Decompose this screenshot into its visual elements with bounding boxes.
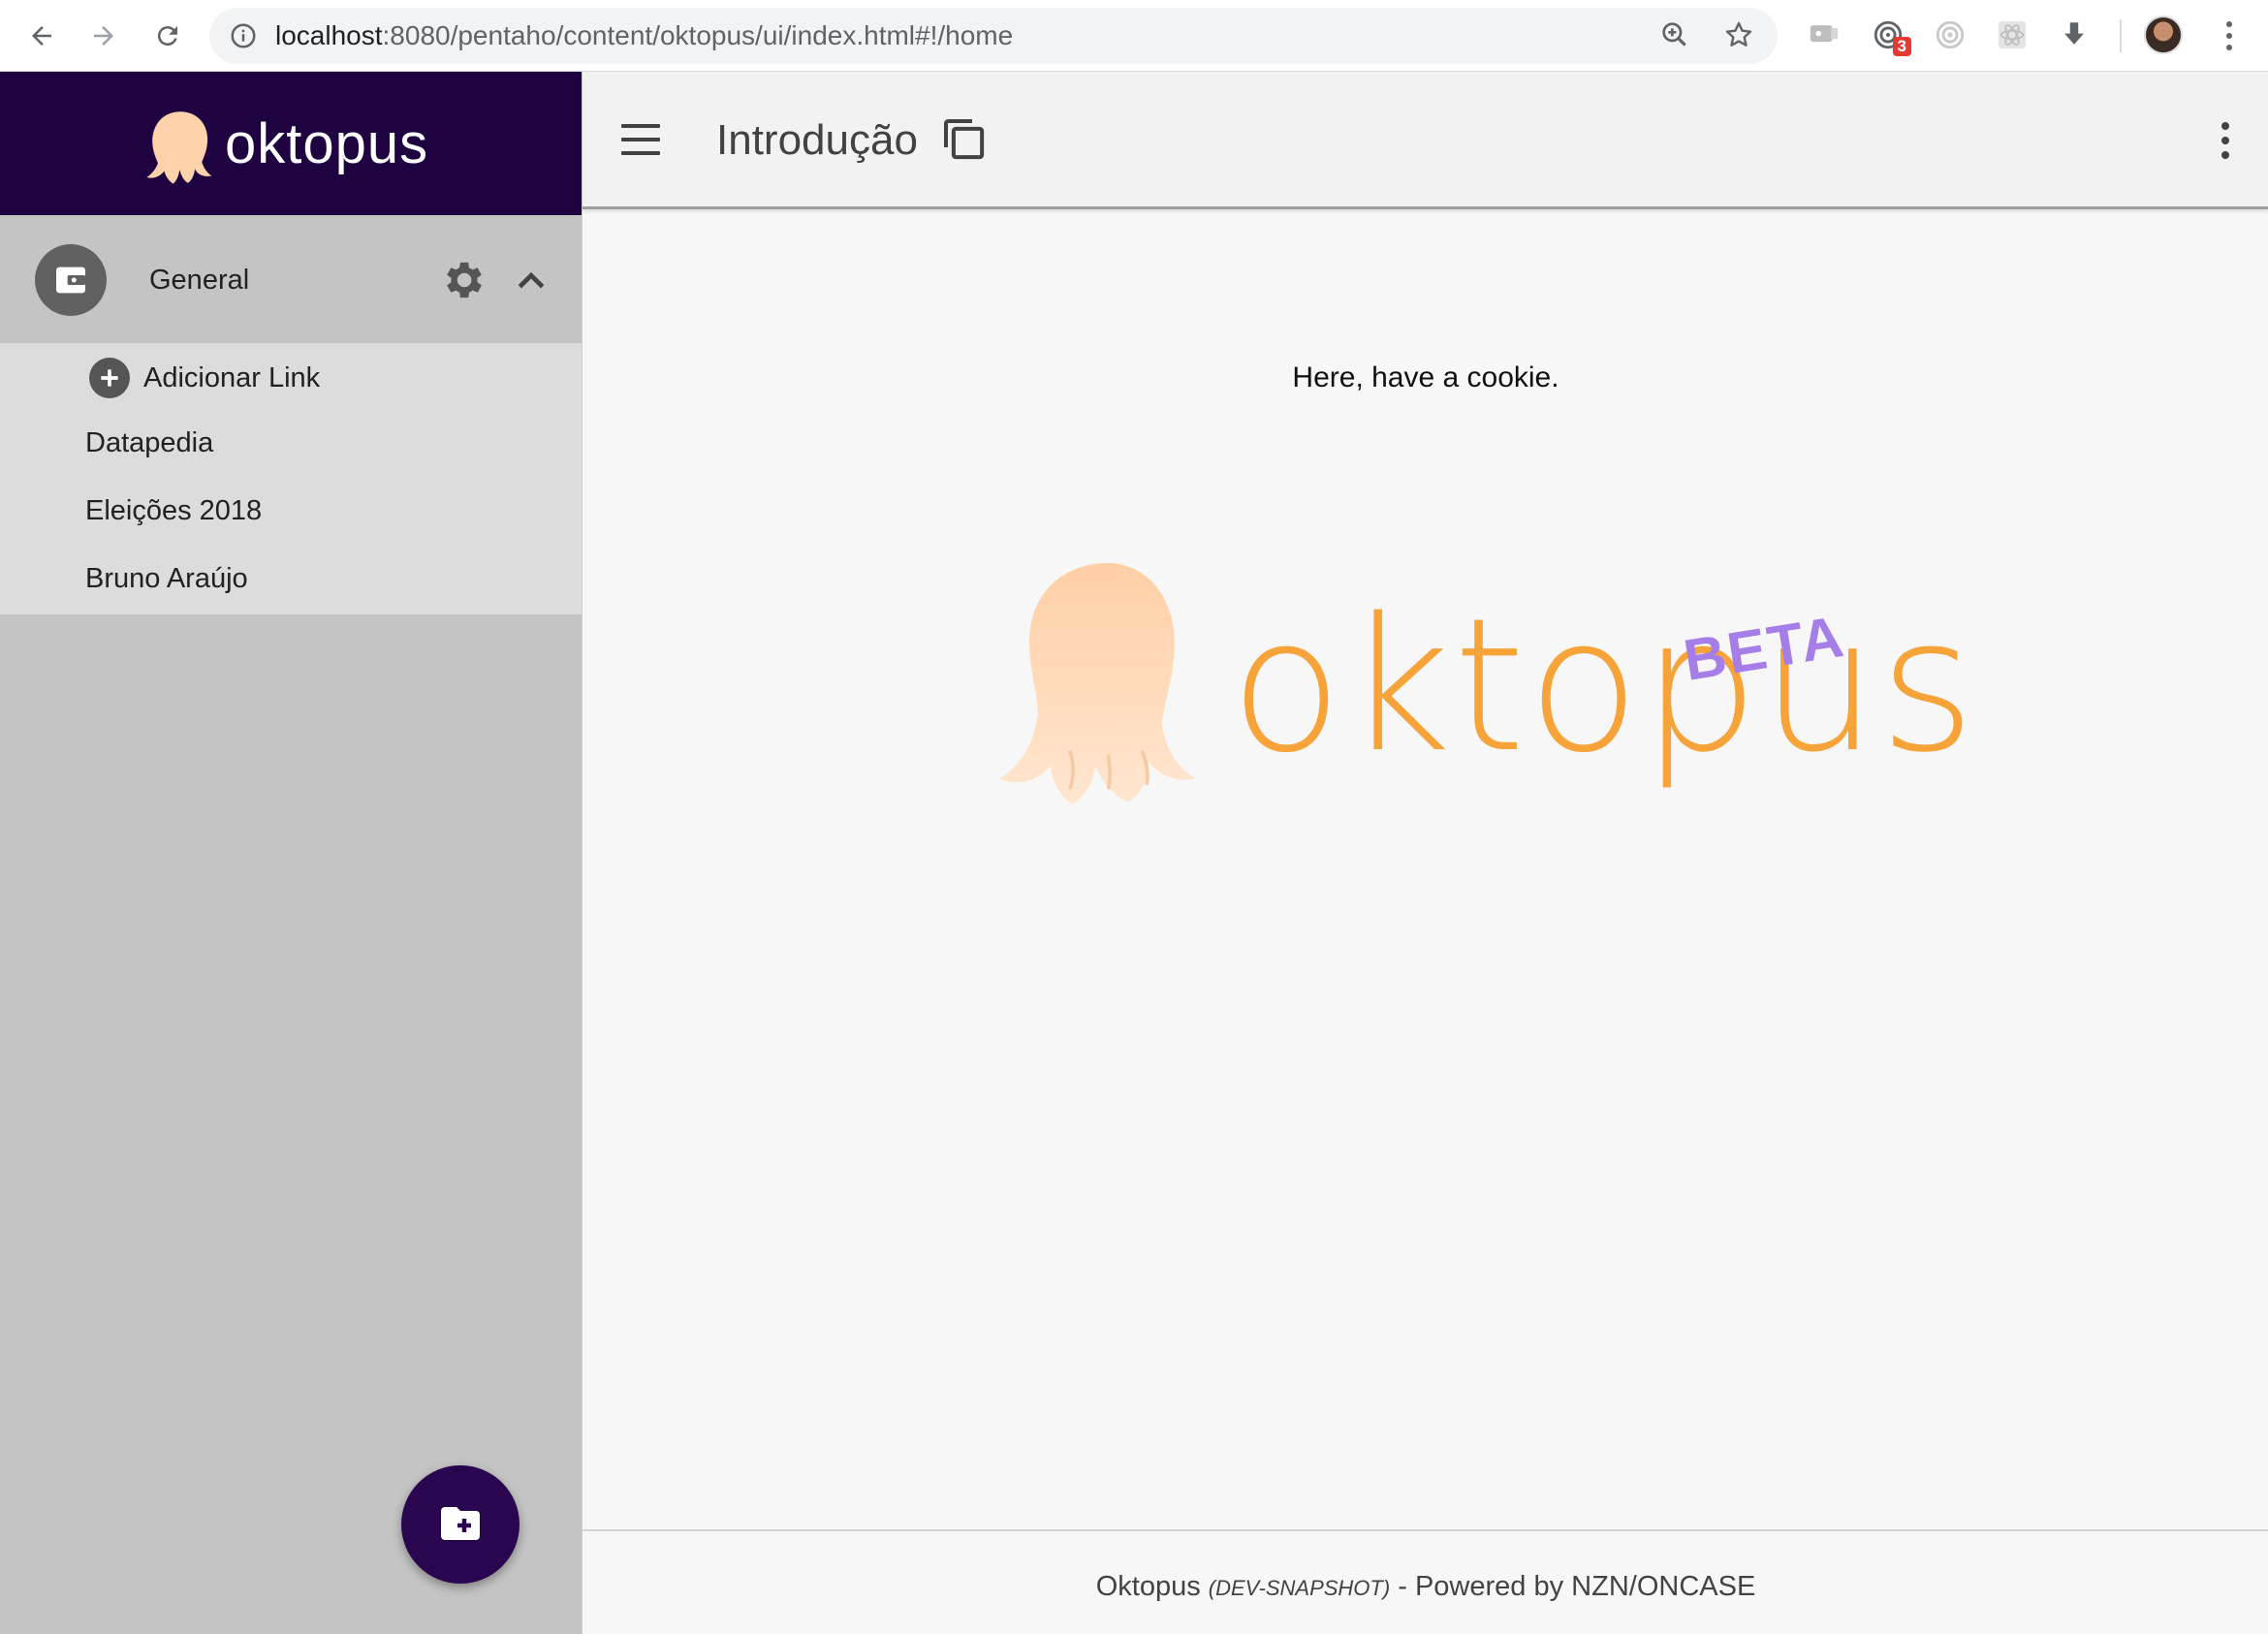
- new-folder-button[interactable]: [401, 1465, 520, 1584]
- plus-circle-icon: [89, 358, 130, 398]
- add-link-button[interactable]: Adicionar Link: [89, 357, 320, 399]
- info-icon[interactable]: [229, 21, 258, 55]
- octopus-mascot-icon: [999, 563, 1196, 804]
- back-button[interactable]: [19, 14, 64, 58]
- footer-version: (DEV-SNAPSHOT): [1208, 1576, 1391, 1600]
- hero-name: oktopus: [1230, 579, 1978, 793]
- extension-spiral-icon[interactable]: 3: [1869, 16, 1911, 56]
- chevron-up-icon[interactable]: [512, 262, 551, 305]
- sidebar-link-datapedia[interactable]: Datapedia: [85, 426, 213, 459]
- brand-name: oktopus: [225, 112, 429, 175]
- browser-menu-button[interactable]: [2210, 16, 2249, 56]
- extension-cast-icon[interactable]: [1805, 16, 1843, 54]
- app-toolbar: Introdução: [583, 72, 2268, 209]
- browser-toolbar: localhost:8080/pentaho/content/oktopus/u…: [0, 0, 2268, 72]
- extension-target-icon[interactable]: [1931, 16, 1969, 54]
- main-content: Introdução Here, have a cookie. oktopus …: [582, 72, 2268, 1634]
- extension-badge: 3: [1892, 37, 1911, 56]
- group-header[interactable]: General: [0, 215, 582, 343]
- url-text[interactable]: localhost:8080/pentaho/content/oktopus/u…: [275, 21, 1013, 50]
- toolbar-divider: [2120, 19, 2122, 52]
- footer-powered-by: - Powered by NZN/ONCASE: [1398, 1571, 1756, 1602]
- sidebar: oktopus General Adicionar Link Datapedia…: [0, 72, 582, 1634]
- more-vert-icon[interactable]: [2211, 116, 2240, 165]
- extension-react-icon[interactable]: [1993, 16, 2032, 54]
- brand-header[interactable]: oktopus: [0, 72, 582, 215]
- copy-icon[interactable]: [937, 112, 990, 170]
- download-icon[interactable]: [2055, 16, 2094, 54]
- arrow-left-icon: [32, 26, 51, 46]
- profile-avatar[interactable]: [2144, 16, 2183, 54]
- wallet-icon: [56, 267, 85, 294]
- greeting-text: Here, have a cookie.: [1292, 361, 1559, 393]
- zoom-in-icon[interactable]: [1659, 19, 1690, 55]
- gear-icon[interactable]: [438, 256, 487, 309]
- arrow-right-icon: [94, 26, 113, 46]
- folder-plus-icon: [441, 1507, 480, 1540]
- footer-app-name: Oktopus: [1095, 1571, 1201, 1602]
- reload-button[interactable]: [145, 14, 190, 58]
- hero-logo: oktopus BETA: [990, 547, 1975, 876]
- group-title: General: [149, 265, 250, 296]
- footer-text: Oktopus (DEV-SNAPSHOT) - Powered by NZN/…: [583, 1570, 2268, 1605]
- add-link-label: Adicionar Link: [143, 362, 321, 393]
- url-host: localhost: [275, 20, 383, 50]
- url-path: :8080/pentaho/content/oktopus/ui/index.h…: [382, 20, 1014, 50]
- forward-button[interactable]: [81, 14, 126, 58]
- group-avatar: [35, 244, 107, 316]
- hamburger-icon[interactable]: [619, 120, 662, 159]
- address-bar[interactable]: localhost:8080/pentaho/content/oktopus/u…: [209, 8, 1778, 64]
- sidebar-link-eleicoes-2018[interactable]: Eleições 2018: [85, 494, 262, 527]
- reload-icon: [157, 26, 177, 47]
- sidebar-link-bruno-araujo[interactable]: Bruno Araújo: [85, 562, 248, 595]
- star-icon[interactable]: [1723, 19, 1754, 55]
- link-list: Adicionar Link Datapedia Eleições 2018 B…: [0, 343, 582, 614]
- octopus-logo-icon: [146, 111, 212, 184]
- footer: Oktopus (DEV-SNAPSHOT) - Powered by NZN/…: [583, 1529, 2268, 1634]
- page-title: Introdução: [716, 116, 918, 164]
